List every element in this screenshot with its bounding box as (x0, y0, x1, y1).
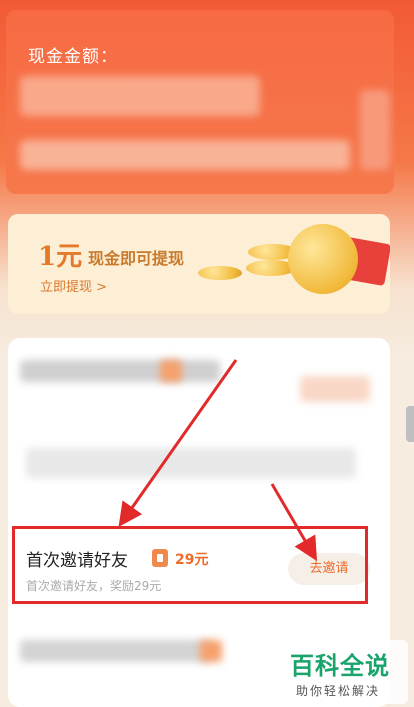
blurred-task-row (26, 448, 356, 478)
coin-stack-icon (198, 266, 242, 280)
blurred-balance-amount (20, 76, 260, 116)
watermark-title: 百科全说 (290, 652, 390, 680)
blurred-balance-detail (20, 140, 350, 170)
site-watermark: 百科全说 助你轻松解决 (282, 640, 408, 704)
watermark-subtitle: 助你轻松解决 (296, 684, 381, 698)
blurred-side-content (360, 90, 390, 170)
blurred-task-button (300, 376, 370, 402)
promo-amount: 1元 (38, 242, 83, 272)
cash-balance-label: 现金金额： (28, 47, 118, 67)
withdraw-promo-banner[interactable]: 1元 现金即可提现 立即提现 > (8, 214, 390, 314)
withdraw-now-link[interactable]: 立即提现 > (40, 276, 107, 295)
promo-subtitle: 现金即可提现 (88, 249, 185, 268)
scroll-handle[interactable] (406, 406, 414, 442)
blurred-task-badge (160, 360, 182, 382)
gold-coin-icon (288, 224, 358, 294)
blurred-task-row (20, 640, 210, 662)
blurred-task-badge (200, 640, 222, 662)
highlight-box (12, 526, 368, 604)
blurred-task-row (20, 360, 220, 382)
